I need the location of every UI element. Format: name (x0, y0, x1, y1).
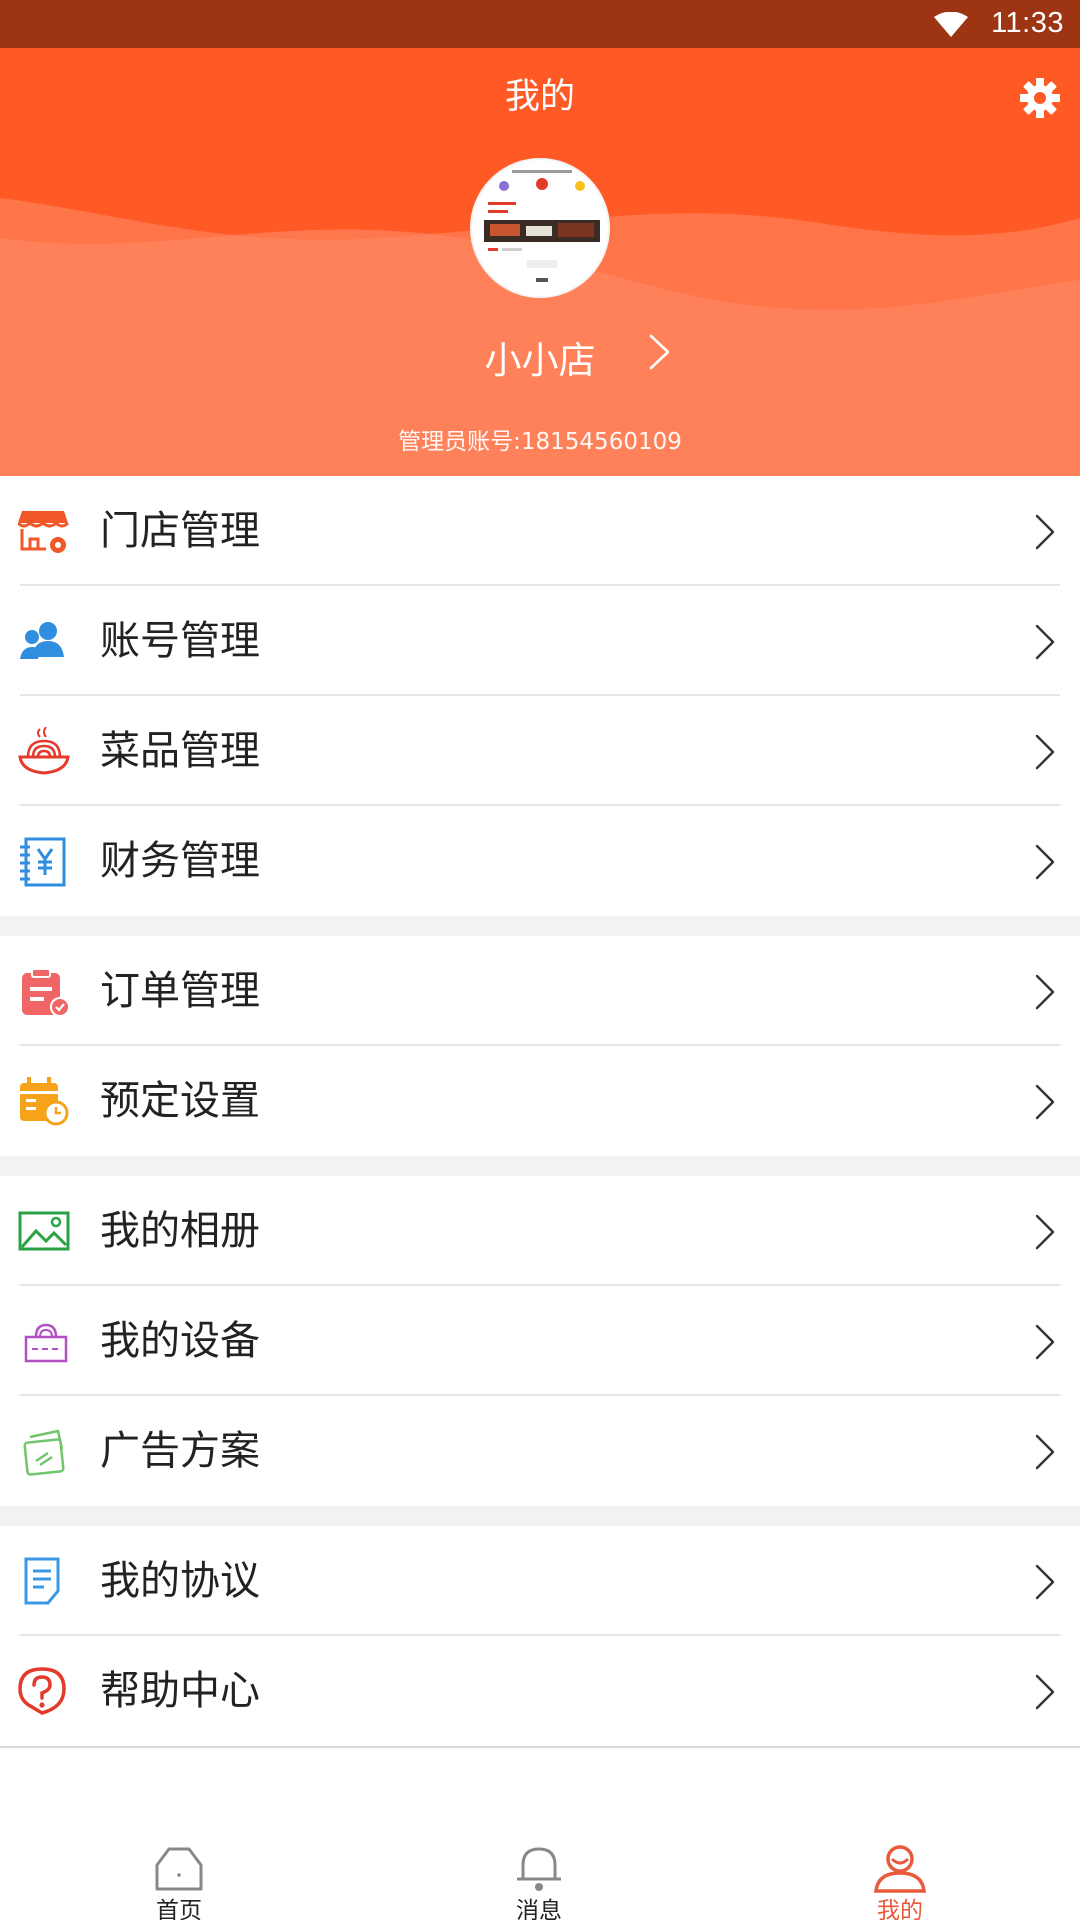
admin-account: 管理员账号:18154560109 (398, 429, 682, 455)
menu-item-label: 我的协议 (100, 1558, 260, 1604)
gear-icon[interactable] (1018, 76, 1062, 120)
store-settings-icon (18, 511, 70, 553)
settings-menu: 门店管理 账号管理 菜品管理 财务管理 订单管理 预定设置 我的相册 我的设备 … (0, 476, 1080, 1748)
photo-album-icon (18, 1211, 70, 1251)
chevron-right-icon (1035, 844, 1055, 880)
tab-label: 首页 (156, 1898, 202, 1920)
section-gap (0, 1506, 1080, 1526)
wifi-icon (934, 12, 968, 37)
menu-item-store-management[interactable]: 门店管理 (0, 476, 1080, 586)
menu-item-label: 订单管理 (100, 968, 260, 1014)
chevron-right-icon (1035, 974, 1055, 1010)
chevron-right-icon (1035, 1674, 1055, 1710)
finance-book-icon (20, 837, 66, 887)
page-title: 我的 (504, 77, 575, 117)
agreement-document-icon (24, 1557, 60, 1605)
menu-item-label: 门店管理 (100, 508, 260, 554)
menu-item-label: 账号管理 (100, 618, 260, 664)
chevron-right-icon (1035, 734, 1055, 770)
menu-group-media: 我的相册 我的设备 广告方案 (0, 1176, 1080, 1506)
chevron-right-icon (1035, 1434, 1055, 1470)
ad-cards-icon (23, 1429, 65, 1476)
avatar-image (472, 160, 608, 296)
chevron-right-icon (1035, 1214, 1055, 1250)
tab-label: 我的 (877, 1898, 923, 1920)
home-icon (155, 1847, 203, 1891)
menu-item-label: 广告方案 (100, 1428, 260, 1474)
status-bar: 11:33 (0, 0, 1080, 48)
menu-item-ad-plans[interactable]: 广告方案 (0, 1396, 1080, 1506)
store-name[interactable]: 小小店 (0, 330, 1080, 384)
menu-item-my-album[interactable]: 我的相册 (0, 1176, 1080, 1286)
calendar-clock-icon (20, 1077, 69, 1126)
chevron-right-icon[interactable] (647, 333, 673, 371)
chevron-right-icon (1035, 624, 1055, 660)
menu-item-label: 我的相册 (100, 1208, 260, 1254)
profile-header: 我的 小小店 管理员账号:18154560109 (0, 48, 1080, 476)
tab-label: 消息 (516, 1898, 562, 1920)
menu-item-reservation-settings[interactable]: 预定设置 (0, 1046, 1080, 1156)
menu-item-my-devices[interactable]: 我的设备 (0, 1286, 1080, 1396)
users-icon (20, 622, 64, 659)
divider (0, 1746, 1080, 1748)
chevron-right-icon (1035, 1564, 1055, 1600)
tab-messages[interactable]: 消息 (439, 1835, 639, 1920)
status-time: 11:33 (991, 7, 1064, 39)
chevron-right-icon (1035, 1084, 1055, 1120)
menu-item-label: 帮助中心 (100, 1668, 260, 1714)
avatar[interactable] (470, 158, 610, 298)
section-gap (0, 916, 1080, 936)
bottom-tab-bar: 首页 消息 我的 (0, 1835, 1080, 1920)
tab-home[interactable]: 首页 (79, 1835, 279, 1920)
menu-group-orders: 订单管理 预定设置 (0, 936, 1080, 1156)
menu-item-account-management[interactable]: 账号管理 (0, 586, 1080, 696)
menu-item-dish-management[interactable]: 菜品管理 (0, 696, 1080, 806)
menu-item-finance-management[interactable]: 财务管理 (0, 806, 1080, 916)
noodle-bowl-icon (18, 727, 70, 775)
menu-item-label: 预定设置 (100, 1078, 260, 1124)
device-icon (24, 1323, 68, 1363)
help-question-icon (18, 1667, 66, 1715)
menu-item-order-management[interactable]: 订单管理 (0, 936, 1080, 1046)
menu-item-my-agreements[interactable]: 我的协议 (0, 1526, 1080, 1636)
order-clipboard-icon (22, 968, 70, 1017)
menu-group-management: 门店管理 账号管理 菜品管理 财务管理 (0, 476, 1080, 916)
user-icon (874, 1845, 926, 1893)
chevron-right-icon (1035, 1324, 1055, 1360)
tab-mine[interactable]: 我的 (800, 1835, 1000, 1920)
section-gap (0, 1156, 1080, 1176)
menu-item-label: 我的设备 (100, 1318, 260, 1364)
bell-icon (517, 1847, 561, 1891)
menu-group-support: 我的协议 帮助中心 (0, 1526, 1080, 1746)
menu-item-label: 菜品管理 (100, 728, 260, 774)
chevron-right-icon (1035, 514, 1055, 550)
menu-item-label: 财务管理 (100, 838, 260, 884)
menu-item-help-center[interactable]: 帮助中心 (0, 1636, 1080, 1746)
